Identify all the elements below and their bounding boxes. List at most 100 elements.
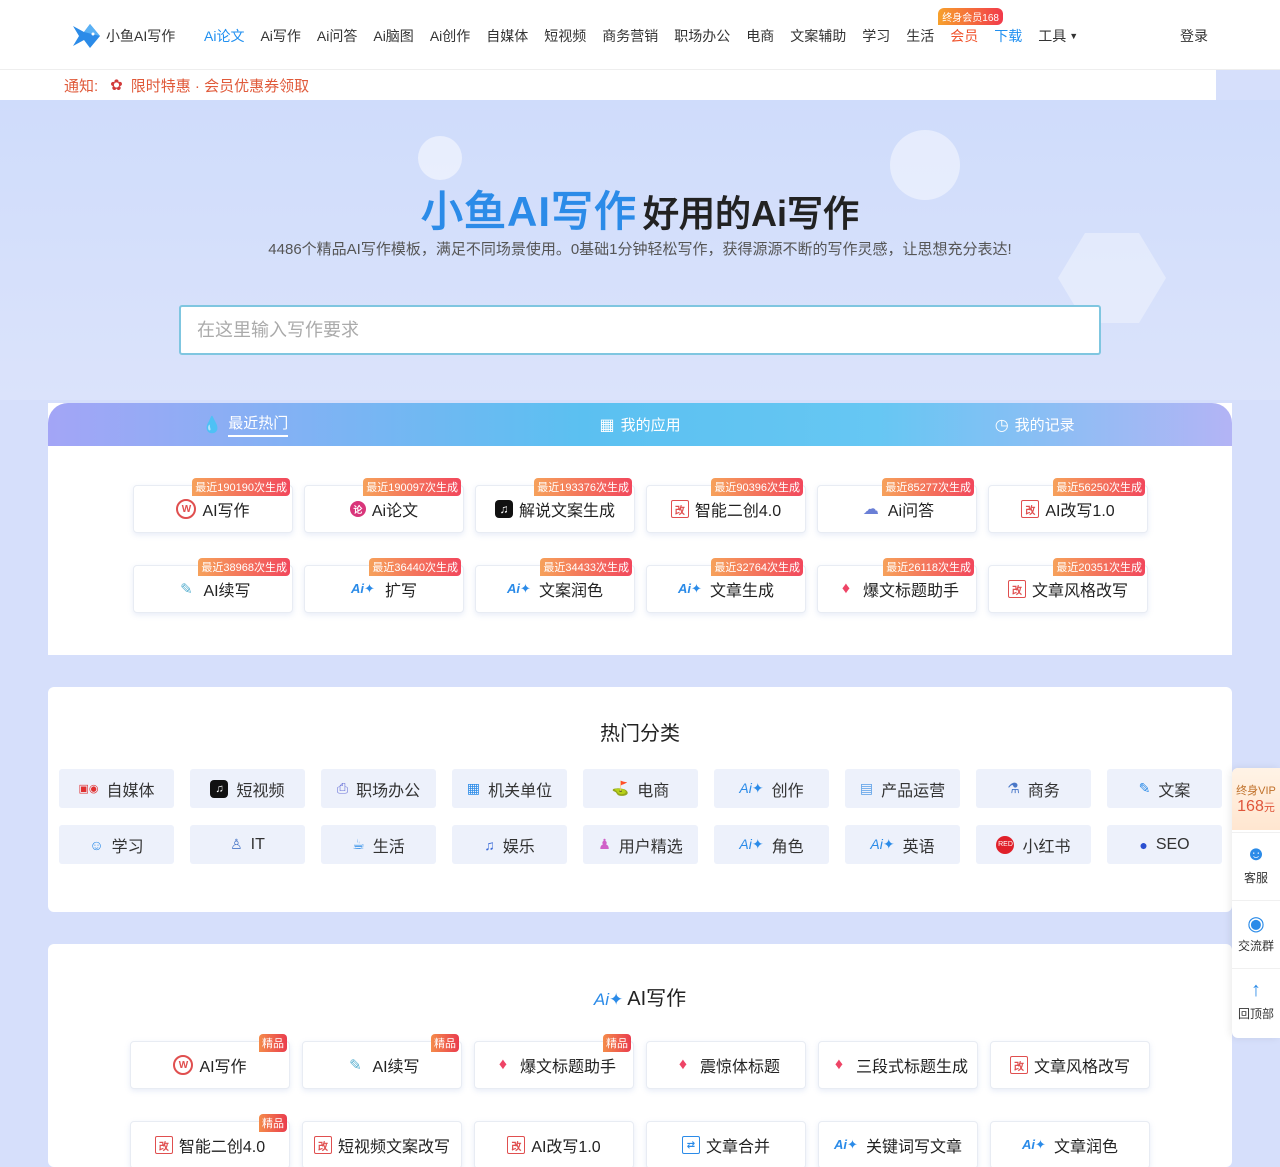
nav-item-ai-mindmap[interactable]: Ai脑图 [373, 26, 413, 46]
tool-card[interactable]: 精品 W AI写作 [130, 1034, 290, 1089]
back-to-top-button[interactable]: ↑ 回顶部 [1232, 968, 1280, 1034]
tab-label: 最近热门 [228, 412, 289, 437]
rewrite-icon: 改 [1007, 580, 1026, 598]
nav-item-office[interactable]: 职场办公 [674, 26, 730, 46]
group-chat-button[interactable]: ◉ 交流群 [1232, 900, 1280, 966]
nav-item-ai-writing[interactable]: Ai写作 [260, 26, 300, 46]
tool-card[interactable]: 改 文章风格改写 [990, 1041, 1150, 1089]
tab-bar: 💧 最近热门 ▦ 我的应用 ◷ 我的记录 [48, 403, 1232, 446]
category-chip[interactable]: ⛳ 电商 [583, 769, 698, 808]
category-label: 商务 [1027, 782, 1060, 800]
hot-card[interactable]: 最近32764次生成 Ai✦ 文章生成 [646, 558, 806, 613]
merge-icon: ⇄ [681, 1136, 700, 1154]
category-chip[interactable]: ♫ 娱乐 [452, 825, 567, 864]
category-chip[interactable]: ✎ 文案 [1107, 769, 1222, 808]
tool-card[interactable]: 精品 改 智能二创4.0 [130, 1114, 290, 1167]
category-chip[interactable]: ⎙ 职场办公 [321, 769, 436, 808]
tool-card[interactable]: ♦ 震惊体标题 [646, 1041, 806, 1089]
nav-item-marketing[interactable]: 商务营销 [602, 26, 658, 46]
category-chip[interactable]: ☕ 生活 [321, 825, 436, 864]
tool-card[interactable]: Ai✦ 文章润色 [990, 1121, 1150, 1167]
hot-card[interactable]: 最近34433次生成 Ai✦ 文案润色 [475, 558, 635, 613]
usage-badge: 最近20351次生成 [1053, 558, 1145, 576]
tool-card[interactable]: ⇄ 文章合并 [646, 1121, 806, 1167]
category-chip[interactable]: ▦ 机关单位 [452, 769, 567, 808]
tool-card[interactable]: 改 AI改写1.0 [474, 1121, 634, 1167]
customer-service-button[interactable]: ☻ 客服 [1232, 832, 1280, 898]
hot-card[interactable]: 最近90396次生成 改 智能二创4.0 [646, 478, 806, 533]
card-label: 震惊体标题 [699, 1059, 780, 1076]
category-chip[interactable]: ♙ IT [190, 825, 305, 864]
tool-card[interactable]: 改 短视频文案改写 [302, 1121, 462, 1167]
login-link[interactable]: 登录 [1180, 26, 1208, 46]
paw-icon: ● [1139, 836, 1148, 853]
nav-item-life[interactable]: 生活 [906, 26, 934, 46]
nav-item-ai-paper[interactable]: Ai论文 [204, 26, 244, 46]
nav-item-ai-qa[interactable]: Ai问答 [317, 26, 357, 46]
usage-badge: 最近34433次生成 [540, 558, 632, 576]
category-label: 学习 [111, 838, 144, 856]
card-label: 智能二创4.0 [694, 503, 782, 520]
card-label: 解说文案生成 [518, 503, 615, 520]
hot-card[interactable]: 最近190097次生成 论 Ai论文 [304, 478, 464, 533]
usage-badge: 最近32764次生成 [711, 558, 803, 576]
tool-card[interactable]: 精品 ♦ 爆文标题助手 [474, 1034, 634, 1089]
category-chip[interactable]: Ai✦ 创作 [714, 769, 829, 808]
headset-icon: ☻ [1245, 843, 1267, 865]
notice-link[interactable]: 限时特惠 · 会员优惠券领取 [131, 75, 309, 96]
card-label: 文章风格改写 [1031, 583, 1128, 600]
category-chip[interactable]: ☺ 学习 [59, 825, 174, 864]
site-logo[interactable]: 小鱼AI写作 [70, 20, 175, 52]
nav-item-copy-assist[interactable]: 文案辅助 [790, 26, 846, 46]
pen-icon: ✎ [180, 581, 193, 598]
ai-icon: Ai✦ [351, 581, 375, 596]
tool-card[interactable]: ♦ 三段式标题生成 [818, 1041, 978, 1089]
tab-my-records[interactable]: ◷ 我的记录 [837, 403, 1232, 446]
card-label: 短视频文案改写 [337, 1139, 450, 1156]
nav-item-ai-create[interactable]: Ai创作 [430, 26, 470, 46]
category-chip[interactable]: ▤ 产品运营 [845, 769, 960, 808]
hot-card[interactable]: 最近193376次生成 ♫ 解说文案生成 [475, 478, 635, 533]
search-input[interactable] [179, 305, 1101, 355]
category-label: 用户精选 [618, 838, 683, 856]
nav-item-short-video[interactable]: 短视频 [544, 26, 586, 46]
ai-icon: Ai✦ [834, 1137, 858, 1152]
tag-icon: ♦ [678, 1056, 688, 1073]
hot-card[interactable]: 最近85277次生成 ☁ Ai问答 [817, 478, 977, 533]
category-chip[interactable]: ● SEO [1107, 825, 1222, 864]
category-label: 短视频 [236, 782, 285, 800]
card-label: AI改写1.0 [531, 1139, 601, 1156]
vip-price-value: 168 [1237, 798, 1264, 815]
nav-item-study[interactable]: 学习 [862, 26, 890, 46]
category-chip[interactable]: Ai✦ 角色 [714, 825, 829, 864]
nav-item-self-media[interactable]: 自媒体 [486, 26, 528, 46]
building-icon: ▦ [466, 780, 481, 796]
category-chip[interactable]: ♟ 用户精选 [583, 825, 698, 864]
category-chip[interactable]: RED 小红书 [976, 825, 1091, 864]
rewrite-icon: 改 [154, 1136, 173, 1154]
nav-item-tools[interactable]: 工具 ▼ [1038, 26, 1078, 46]
hot-card[interactable]: 最近190190次生成 W AI写作 [133, 478, 293, 533]
vip-promo-button[interactable]: 终身VIP 168元 [1232, 768, 1280, 830]
tool-card[interactable]: Ai✦ 关键词写文章 [818, 1121, 978, 1167]
logo-text: 小鱼AI写作 [106, 28, 176, 44]
premium-badge: 精品 [431, 1034, 459, 1052]
tool-card[interactable]: 精品 ✎ AI续写 [302, 1034, 462, 1089]
hot-card[interactable]: 最近20351次生成 改 文章风格改写 [988, 558, 1148, 613]
category-chip[interactable]: ▣◉ 自媒体 [59, 769, 174, 808]
hot-card[interactable]: 最近56250次生成 改 AI改写1.0 [988, 478, 1148, 533]
nav-item-download[interactable]: 下载 [994, 26, 1022, 46]
nav-item-ecommerce[interactable]: 电商 [746, 26, 774, 46]
hot-card[interactable]: 最近38968次生成 ✎ AI续写 [133, 558, 293, 613]
usage-badge: 最近190190次生成 [192, 478, 290, 496]
hot-card[interactable]: 最近26118次生成 ♦ 爆文标题助手 [817, 558, 977, 613]
category-chip[interactable]: Ai✦ 英语 [845, 825, 960, 864]
nav-item-vip[interactable]: 终身会员168 会员 [938, 8, 1003, 46]
card-label: 关键词写文章 [865, 1139, 962, 1156]
card-label: 扩写 [384, 583, 417, 600]
hot-card[interactable]: 最近36440次生成 Ai✦ 扩写 [304, 558, 464, 613]
category-chip[interactable]: ⚗ 商务 [976, 769, 1091, 808]
tab-recent-hot[interactable]: 💧 最近热门 [48, 403, 443, 446]
tab-my-apps[interactable]: ▦ 我的应用 [443, 403, 838, 446]
category-chip[interactable]: ♫ 短视频 [190, 769, 305, 808]
